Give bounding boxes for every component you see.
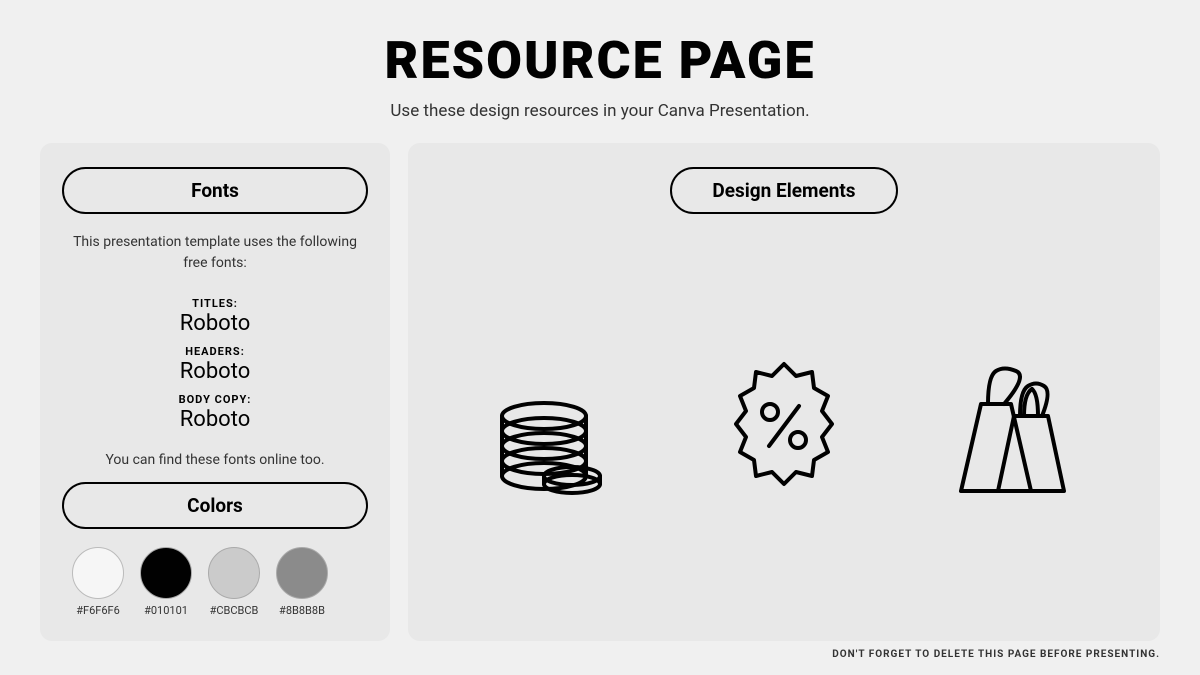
- color-hex-label: #F6F6F6: [76, 604, 120, 617]
- fonts-note: You can find these fonts online too.: [62, 452, 368, 468]
- font-label-headers: HEADERS:: [185, 345, 245, 358]
- font-entry-headers: HEADERS: Roboto: [62, 340, 368, 384]
- main-content: Fonts This presentation template uses th…: [40, 143, 1160, 641]
- color-hex-label: #010101: [144, 604, 188, 617]
- color-swatches: #F6F6F6 #010101 #CBCBCB #8B8B8B: [62, 547, 368, 617]
- color-swatch: [140, 547, 192, 599]
- color-swatch: [72, 547, 124, 599]
- color-hex-label: #CBCBCB: [210, 604, 259, 617]
- font-entries: TITLES: Roboto HEADERS: Roboto BODY COPY…: [62, 288, 368, 436]
- font-entry-titles: TITLES: Roboto: [62, 292, 368, 336]
- font-name-body: Roboto: [62, 407, 368, 432]
- icons-row: [436, 234, 1132, 617]
- font-name-headers: Roboto: [62, 359, 368, 384]
- color-swatch-wrap: #8B8B8B: [276, 547, 328, 617]
- fonts-description: This presentation template uses the foll…: [62, 232, 368, 274]
- font-label-titles: TITLES:: [192, 297, 238, 310]
- coins-icon-container: [462, 326, 642, 526]
- left-panel: Fonts This presentation template uses th…: [40, 143, 390, 641]
- font-label-body: BODY COPY:: [179, 393, 252, 406]
- fonts-header: Fonts: [62, 167, 368, 214]
- color-swatch: [276, 547, 328, 599]
- font-entry-body: BODY COPY: Roboto: [62, 388, 368, 432]
- shopping-bags-icon-container: [926, 326, 1106, 526]
- color-swatch-wrap: #F6F6F6: [72, 547, 124, 617]
- font-name-titles: Roboto: [62, 311, 368, 336]
- page-subtitle: Use these design resources in your Canva…: [390, 101, 809, 121]
- colors-section: Colors #F6F6F6 #010101 #CBCBCB #8B8B8B: [62, 482, 368, 617]
- color-hex-label: #8B8B8B: [279, 604, 325, 617]
- right-panel: Design Elements: [408, 143, 1160, 641]
- color-swatch-wrap: #010101: [140, 547, 192, 617]
- discount-icon-container: [694, 326, 874, 526]
- color-swatch: [208, 547, 260, 599]
- discount-icon: [704, 346, 864, 506]
- coins-icon: [472, 346, 632, 506]
- footer-note: DON'T FORGET TO DELETE THIS PAGE BEFORE …: [40, 641, 1160, 660]
- design-elements-header: Design Elements: [670, 167, 897, 214]
- color-swatch-wrap: #CBCBCB: [208, 547, 260, 617]
- shopping-bags-icon: [926, 336, 1106, 516]
- colors-header: Colors: [62, 482, 368, 529]
- page-title: RESOURCE PAGE: [385, 30, 816, 91]
